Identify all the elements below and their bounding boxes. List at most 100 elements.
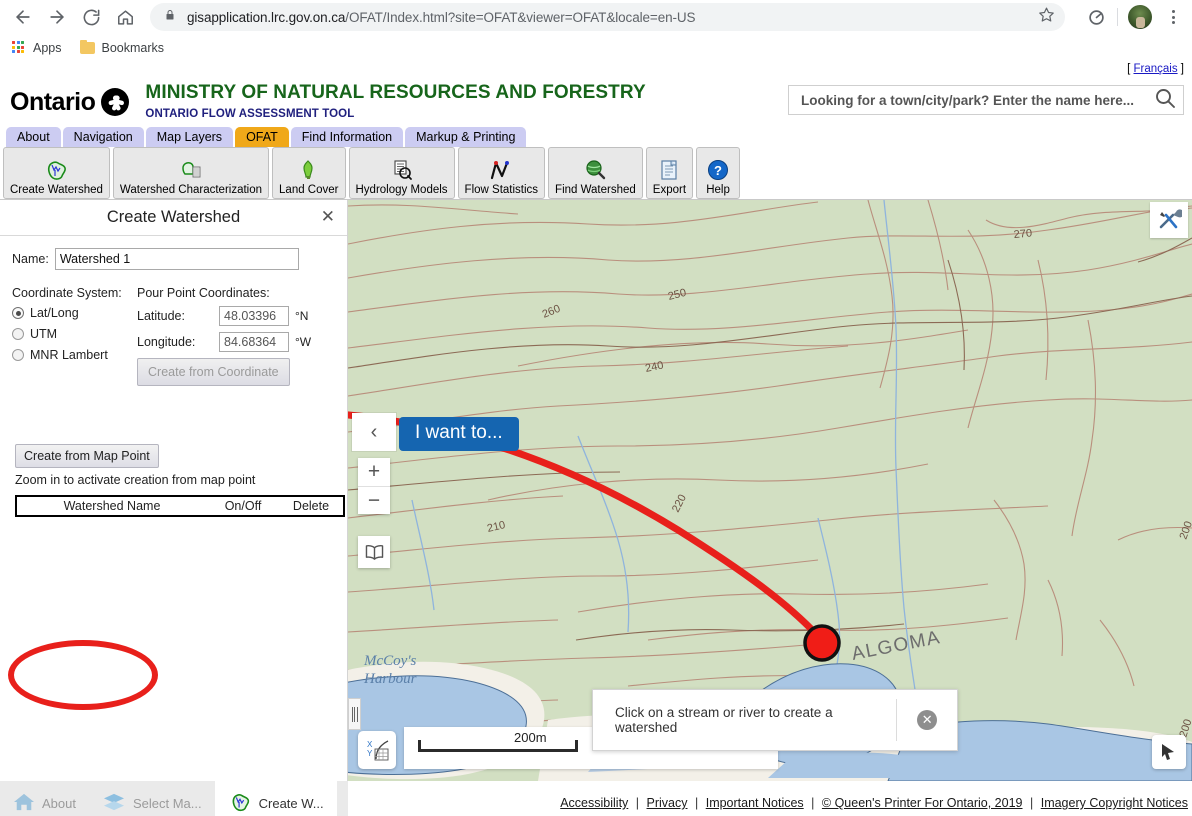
coordinate-section: Coordinate System: Lat/Long UTM MNR Lamb…	[12, 286, 347, 386]
footer-link-privacy[interactable]: Privacy	[647, 796, 688, 810]
latitude-label: Latitude:	[137, 309, 185, 323]
avatar[interactable]	[1128, 5, 1152, 29]
address-bar[interactable]: gisapplication.lrc.gov.on.ca/OFAT/Index.…	[150, 3, 1065, 31]
star-icon[interactable]	[1038, 6, 1055, 28]
tab-find-information[interactable]: Find Information	[290, 127, 404, 147]
tab-markup-printing[interactable]: Markup & Printing	[405, 127, 527, 147]
watershed-table: Watershed Name On/Off Delete	[15, 495, 345, 517]
home-icon	[13, 792, 35, 815]
panel-header: Create Watershed ✕	[0, 200, 347, 236]
tool-land-cover[interactable]: Land Cover	[272, 147, 346, 199]
longitude-row: Longitude: °W	[137, 332, 347, 352]
map-point-section: Create from Map Point Zoom in to activat…	[15, 444, 347, 517]
bookmark-bookmarks-label: Bookmarks	[101, 41, 165, 55]
close-icon[interactable]: ✕	[321, 208, 335, 226]
page-subtitle: ONTARIO FLOW ASSESSMENT TOOL	[145, 107, 355, 120]
close-circle-icon[interactable]: ✕	[897, 710, 957, 730]
search-box[interactable]	[788, 85, 1184, 115]
column-header-delete: Delete	[292, 499, 330, 513]
apps-grid-icon	[12, 41, 26, 55]
workspace: Create Watershed ✕ Name: Coordinate Syst…	[0, 200, 1192, 816]
browser-nav-row: gisapplication.lrc.gov.on.ca/OFAT/Index.…	[0, 0, 1192, 34]
annotation-ellipse	[8, 640, 158, 710]
tool-export[interactable]: Export	[645, 147, 694, 199]
language-bar: [ Français ]	[0, 62, 1192, 77]
tool-find-watershed[interactable]: Find Watershed	[548, 147, 643, 199]
tool-create-watershed[interactable]: Create Watershed	[3, 147, 110, 199]
zoom-controls: + −	[358, 458, 390, 514]
app-tab-label: About	[42, 796, 76, 811]
radio-button-icon[interactable]	[12, 349, 24, 361]
i-want-to-button[interactable]: I want to...	[399, 417, 519, 451]
tool-flow-statistics[interactable]: Flow Statistics	[457, 147, 546, 199]
search-icon[interactable]	[1153, 86, 1177, 115]
tool-label: Export	[652, 184, 687, 196]
book-icon[interactable]	[358, 536, 390, 568]
radio-label: Lat/Long	[30, 306, 79, 320]
pointer-cursor-icon[interactable]	[1152, 735, 1186, 769]
footer-link-accessibility[interactable]: Accessibility	[560, 796, 628, 810]
app-tab-about[interactable]: About	[0, 781, 89, 816]
map-canvas[interactable]: 270 260 250 240 230 220 210 190 200 200 …	[348, 200, 1192, 781]
create-from-coordinate-button[interactable]: Create from Coordinate	[137, 358, 290, 386]
footer-link-important-notices[interactable]: Important Notices	[706, 796, 804, 810]
zoom-in-button[interactable]: +	[358, 458, 390, 486]
radio-button-icon[interactable]	[12, 328, 24, 340]
radio-utm[interactable]: UTM	[12, 327, 137, 341]
find-watershed-icon	[583, 157, 607, 183]
bookmark-apps[interactable]: Apps	[12, 41, 62, 55]
three-dots-menu-icon[interactable]	[1162, 10, 1184, 24]
tool-hydrology-models[interactable]: Hydrology Models	[348, 147, 455, 199]
radio-button-icon[interactable]	[12, 307, 24, 319]
panel-title: Create Watershed	[106, 208, 241, 226]
extension-icon[interactable]	[1085, 6, 1107, 28]
tool-help[interactable]: ? Help	[696, 147, 741, 199]
forward-arrow-icon[interactable]	[42, 2, 72, 32]
ontario-wordmark: Ontario	[10, 87, 96, 116]
francais-link[interactable]: Français	[1133, 63, 1177, 75]
tab-about[interactable]: About	[6, 127, 61, 147]
chevron-left-icon[interactable]: ‹	[352, 413, 396, 451]
bracket-close: ]	[1180, 63, 1184, 75]
zoom-out-button[interactable]: −	[358, 486, 390, 514]
tab-map-layers[interactable]: Map Layers	[145, 127, 234, 147]
tool-label: Help	[706, 184, 730, 196]
tab-navigation[interactable]: Navigation	[62, 127, 144, 147]
latitude-input[interactable]	[219, 306, 289, 326]
app-tab-select-map[interactable]: Select Ma...	[89, 781, 215, 816]
radio-label: UTM	[30, 327, 58, 341]
footer-separator: |	[694, 796, 699, 810]
radio-latlong[interactable]: Lat/Long	[12, 306, 137, 320]
scale-label: 200m	[514, 730, 547, 745]
tab-ofat[interactable]: OFAT	[235, 127, 289, 147]
tools-wrench-screwdriver-icon[interactable]	[1150, 202, 1188, 238]
coordinate-system-group: Coordinate System: Lat/Long UTM MNR Lamb…	[12, 286, 137, 386]
search-input[interactable]	[799, 91, 1153, 109]
trillium-logo-icon	[101, 88, 130, 116]
bookmark-bookmarks[interactable]: Bookmarks	[79, 39, 165, 55]
bookmark-apps-label: Apps	[33, 41, 62, 55]
toast-message: Click on a stream or river to create a w…	[615, 705, 833, 735]
reload-icon[interactable]	[76, 2, 106, 32]
chrome-separator	[1117, 8, 1118, 26]
panel-resize-handle-icon[interactable]	[348, 698, 361, 730]
app-tab-label: Create W...	[258, 796, 324, 811]
pour-point-group: Pour Point Coordinates: Latitude: °N Lon…	[137, 286, 347, 386]
footer-link-imagery-copyright[interactable]: Imagery Copyright Notices	[1041, 796, 1188, 810]
watershed-name-input[interactable]	[54, 248, 299, 270]
watershed-outline-icon	[44, 157, 68, 183]
watershed-chart-icon	[179, 157, 203, 183]
flow-statistics-icon	[488, 157, 514, 183]
footer-separator: |	[811, 796, 815, 810]
create-from-map-point-button[interactable]: Create from Map Point	[15, 444, 159, 468]
tool-watershed-characterization[interactable]: Watershed Characterization	[112, 147, 270, 199]
radio-mnr-lambert[interactable]: MNR Lambert	[12, 348, 137, 362]
home-icon[interactable]	[110, 2, 140, 32]
hydrology-models-icon	[390, 157, 414, 183]
app-tab-create-watershed[interactable]: Create W...	[214, 781, 337, 816]
longitude-input[interactable]	[219, 332, 289, 352]
help-icon: ?	[706, 157, 730, 183]
back-arrow-icon[interactable]	[8, 2, 38, 32]
xy-coordinate-grid-icon[interactable]: X Y	[358, 731, 396, 769]
footer-link-copyright[interactable]: © Queen's Printer For Ontario, 2019	[822, 796, 1023, 810]
